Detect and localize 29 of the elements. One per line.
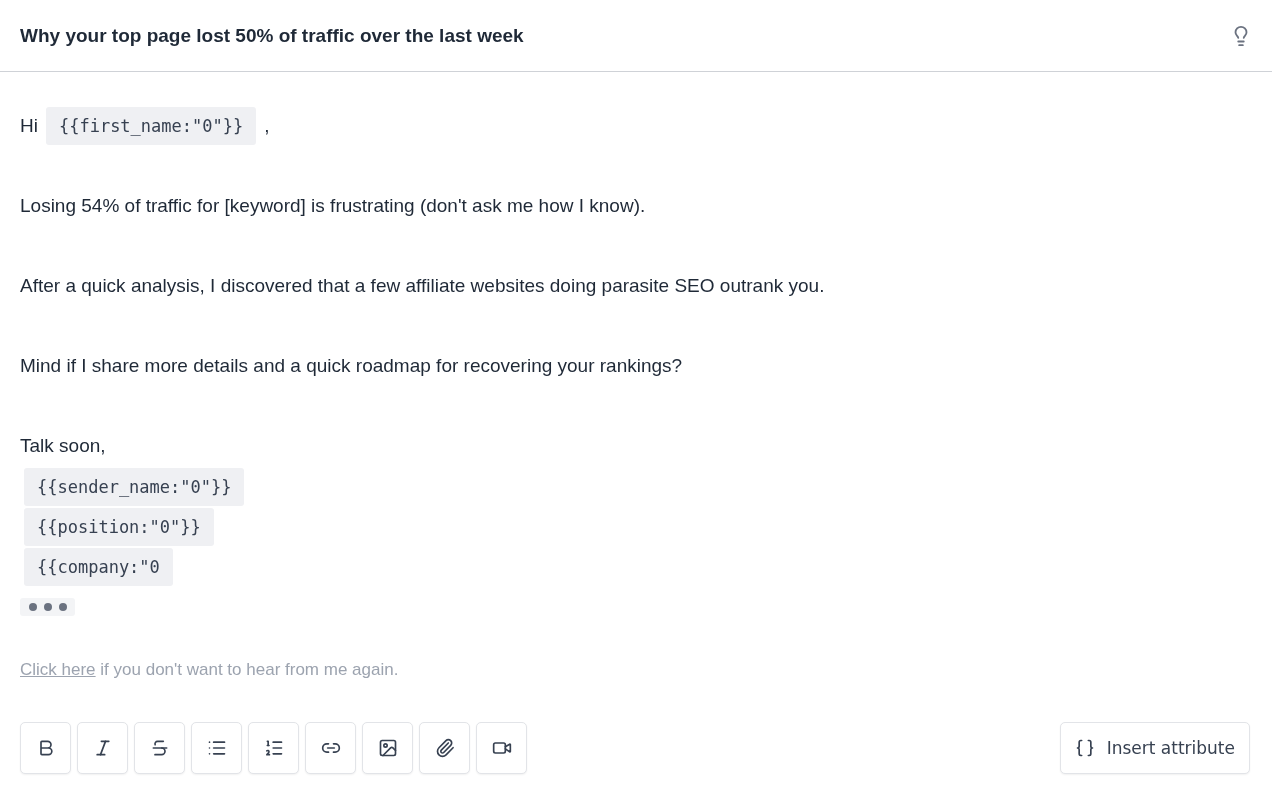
email-subject: Why your top page lost 50% of traffic over the last week [20, 24, 524, 47]
paperclip-icon [434, 738, 455, 758]
paragraph-text: Losing 54% of traffic for [keyword] is frustrating (don't ask me how I know). [20, 194, 646, 218]
image-button[interactable] [362, 722, 413, 774]
paragraph-text: Mind if I share more details and a quick roadmap for recovering your rankings? [20, 354, 683, 378]
numbered-list-button[interactable] [248, 722, 299, 774]
variable-tag: {{position:"0"}} [24, 508, 214, 546]
dots-icon [28, 603, 67, 611]
more-button[interactable] [20, 598, 75, 616]
attachment-button[interactable] [419, 722, 470, 774]
video-button[interactable] [476, 722, 527, 774]
variable-tag: {{company:"0 [24, 548, 173, 586]
bold-button[interactable] [20, 722, 71, 774]
comma-text: , [264, 114, 270, 138]
link-button[interactable] [305, 722, 356, 774]
braces-icon [1074, 738, 1095, 758]
signoff-text: Talk soon, [20, 434, 106, 458]
strikethrough-button[interactable] [134, 722, 185, 774]
paragraph-text: After a quick analysis, I discovered that a few affiliate websites doing parasite SEO outrank you. [20, 274, 825, 298]
greeting-text: Hi [20, 114, 38, 138]
footer-text: if you don't want to hear from me again. [100, 660, 399, 679]
variable-tag: {{first_name:"0"}} [45, 107, 257, 145]
image-icon [377, 738, 398, 758]
variable-tag: {{sender_name:"0"}} [24, 468, 245, 506]
bullet-list-button[interactable] [191, 722, 242, 774]
insert-attribute-button[interactable]: Insert attribute [1059, 722, 1250, 774]
bullet-list-icon [206, 738, 227, 758]
numbered-list-icon [263, 738, 284, 758]
italic-button[interactable] [77, 722, 128, 774]
